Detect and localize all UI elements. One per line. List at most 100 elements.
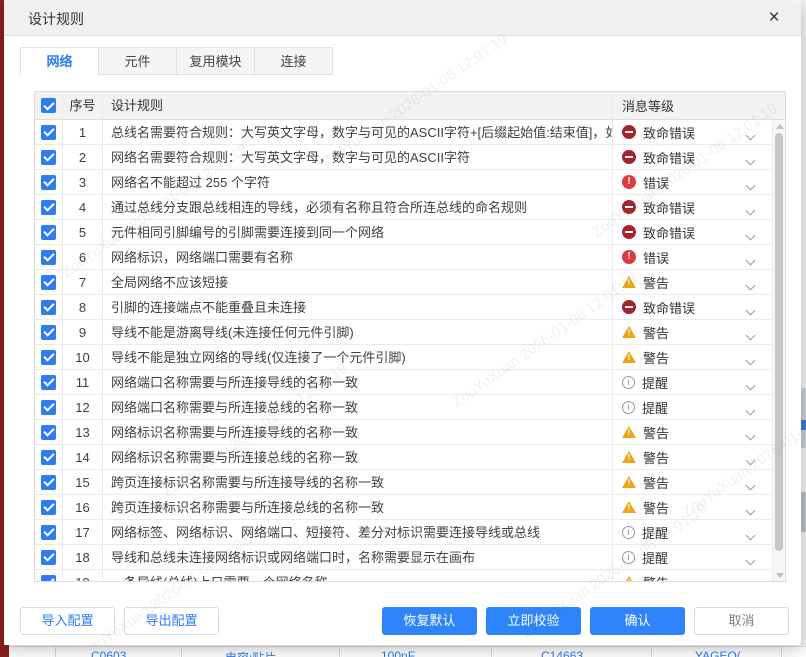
select-all-checkbox[interactable]	[41, 98, 56, 113]
chevron-down-icon	[746, 230, 756, 240]
chevron-down-icon	[746, 155, 756, 165]
close-icon[interactable]: ×	[763, 8, 785, 30]
row-checkbox[interactable]	[41, 275, 56, 290]
level-label: 致命错误	[643, 223, 695, 242]
level-select[interactable]: 错误	[613, 248, 785, 267]
restore-default-button[interactable]: 恢复默认	[382, 607, 477, 635]
row-index: 3	[63, 170, 103, 194]
scroll-up-icon[interactable]	[776, 124, 784, 129]
level-select[interactable]: 提醒	[613, 523, 785, 542]
rule-text: 网络标识名称需要与所连接总线的名称一致	[103, 445, 613, 469]
tab-component[interactable]: 元件	[98, 47, 177, 75]
chevron-down-icon	[746, 380, 756, 390]
level-select[interactable]: 警告	[613, 498, 785, 517]
row-checkbox[interactable]	[41, 475, 56, 490]
row-index: 11	[63, 370, 103, 394]
row-checkbox[interactable]	[41, 250, 56, 265]
row-checkbox-cell	[35, 445, 63, 469]
rule-text: 导线和总线未连接网络标识或网络端口时，名称需要显示在画布	[103, 545, 613, 569]
row-index: 13	[63, 420, 103, 444]
table-row: 7全局网络不应该短接警告	[35, 270, 785, 295]
level-select[interactable]: 致命错误	[613, 298, 785, 317]
table-row: 5元件相同引脚编号的引脚需要连接到同一个网络致命错误	[35, 220, 785, 245]
level-select[interactable]: 警告	[613, 423, 785, 442]
row-checkbox-cell	[35, 345, 63, 369]
chevron-down-icon	[746, 305, 756, 315]
row-checkbox-cell	[35, 270, 63, 294]
dialog-titlebar: 设计规则 ×	[4, 2, 801, 36]
row-checkbox[interactable]	[41, 450, 56, 465]
rule-text: 导线不能是独立网络的导线(仅连接了一个元件引脚)	[103, 345, 613, 369]
level-label: 警告	[643, 348, 669, 367]
tab-network[interactable]: 网络	[20, 47, 99, 75]
chevron-down-icon	[746, 555, 756, 565]
rule-text: 通过总线分支跟总线相连的导线，必须有名称且符合所连总线的命名规则	[103, 195, 613, 219]
level-select[interactable]: 错误	[613, 173, 785, 192]
background-table-row: C0603电容:贴片100nFC14663YAGEO(	[9, 646, 806, 657]
header-checkbox-cell	[35, 92, 63, 119]
row-index: 14	[63, 445, 103, 469]
table-row: 16跨页连接标识名称需要与所连接总线的名称一致警告	[35, 495, 785, 520]
rule-text: 网络标识，网络端口需要有名称	[103, 245, 613, 269]
table-row: 13网络标识名称需要与所连接导线的名称一致警告	[35, 420, 785, 445]
row-checkbox[interactable]	[41, 550, 56, 565]
level-select[interactable]: 提醒	[613, 548, 785, 567]
row-checkbox[interactable]	[41, 400, 56, 415]
row-checkbox[interactable]	[41, 425, 56, 440]
row-checkbox[interactable]	[41, 200, 56, 215]
level-select[interactable]: 警告	[613, 323, 785, 342]
level-select[interactable]: 致命错误	[613, 123, 785, 142]
tab-connection[interactable]: 连接	[254, 47, 333, 75]
level-select[interactable]: 警告	[613, 473, 785, 492]
row-checkbox[interactable]	[41, 500, 56, 515]
level-select[interactable]: 提醒	[613, 373, 785, 392]
tab-reuse-module[interactable]: 复用模块	[176, 47, 255, 75]
row-checkbox[interactable]	[41, 175, 56, 190]
confirm-button[interactable]: 确认	[590, 607, 685, 635]
background-table-cell: YAGEO(	[695, 649, 741, 657]
rule-text: 一条导线(总线)上只需要一个网络名称	[103, 570, 613, 582]
level-select[interactable]: 提醒	[613, 398, 785, 417]
row-checkbox[interactable]	[41, 225, 56, 240]
level-select[interactable]: 致命错误	[613, 198, 785, 217]
scroll-down-icon[interactable]	[776, 573, 784, 578]
row-checkbox[interactable]	[41, 525, 56, 540]
fatal-icon	[622, 125, 636, 139]
row-checkbox-cell	[35, 295, 63, 319]
level-label: 警告	[643, 273, 669, 292]
level-label: 致命错误	[643, 148, 695, 167]
info-icon	[622, 401, 635, 414]
row-checkbox-cell	[35, 570, 63, 582]
table-body: 1总线名需要符合规则：大写英文字母，数字与可见的ASCII字符+[后缀起始值:结…	[35, 120, 785, 582]
level-select[interactable]: 警告	[613, 573, 785, 583]
row-checkbox[interactable]	[41, 375, 56, 390]
rules-table: 序号 设计规则 消息等级 1总线名需要符合规则：大写英文字母，数字与可见的ASC…	[34, 91, 786, 582]
import-config-button[interactable]: 导入配置	[20, 607, 115, 635]
verify-now-button[interactable]: 立即校验	[486, 607, 581, 635]
level-select[interactable]: 致命错误	[613, 223, 785, 242]
level-label: 致命错误	[643, 198, 695, 217]
scrollbar-thumb[interactable]	[775, 133, 783, 551]
vertical-scrollbar[interactable]	[772, 120, 785, 582]
row-checkbox[interactable]	[41, 575, 56, 583]
background-table-cell: C14663	[541, 649, 583, 657]
row-index: 16	[63, 495, 103, 519]
row-checkbox[interactable]	[41, 125, 56, 140]
level-select[interactable]: 警告	[613, 348, 785, 367]
rule-text: 跨页连接标识名称需要与所连接导线的名称一致	[103, 470, 613, 494]
export-config-button[interactable]: 导出配置	[124, 607, 219, 635]
rule-text: 引脚的连接端点不能重叠且未连接	[103, 295, 613, 319]
row-index: 1	[63, 120, 103, 144]
cancel-button[interactable]: 取消	[694, 607, 789, 635]
row-checkbox[interactable]	[41, 350, 56, 365]
row-checkbox[interactable]	[41, 150, 56, 165]
row-checkbox[interactable]	[41, 300, 56, 315]
level-select[interactable]: 致命错误	[613, 148, 785, 167]
warning-icon	[622, 501, 636, 513]
level-label: 错误	[643, 248, 669, 267]
row-checkbox[interactable]	[41, 325, 56, 340]
level-label: 提醒	[642, 523, 668, 542]
table-row: 19一条导线(总线)上只需要一个网络名称警告	[35, 570, 785, 582]
level-select[interactable]: 警告	[613, 273, 785, 292]
level-select[interactable]: 警告	[613, 448, 785, 467]
